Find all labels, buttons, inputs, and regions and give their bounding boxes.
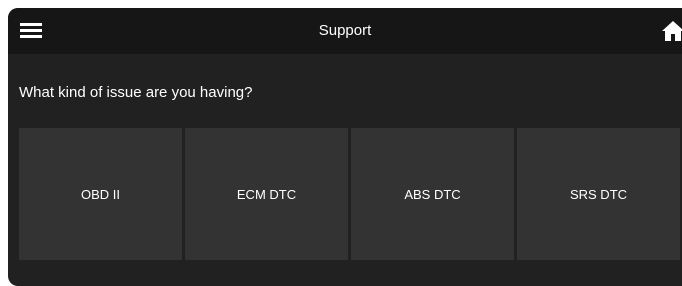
- app-bar: Support: [8, 8, 682, 54]
- issue-option-obd-ii[interactable]: OBD II: [19, 128, 182, 260]
- issue-option-label: ECM DTC: [236, 186, 297, 202]
- home-icon[interactable]: [661, 20, 682, 42]
- issue-option-label: OBD II: [80, 186, 120, 202]
- support-screen: Support What kind of issue are you havin…: [8, 8, 682, 286]
- issue-option-abs-dtc[interactable]: ABS DTC: [351, 128, 514, 260]
- issue-options: OBD II ECM DTC ABS DTC SRS DTC: [19, 128, 680, 260]
- issue-option-label: SRS DTC: [569, 186, 628, 202]
- issue-question: What kind of issue are you having?: [19, 84, 253, 101]
- issue-option-ecm-dtc[interactable]: ECM DTC: [185, 128, 348, 260]
- page-title: Support: [318, 22, 372, 39]
- issue-option-label: ABS DTC: [404, 186, 461, 202]
- issue-option-srs-dtc[interactable]: SRS DTC: [517, 128, 680, 260]
